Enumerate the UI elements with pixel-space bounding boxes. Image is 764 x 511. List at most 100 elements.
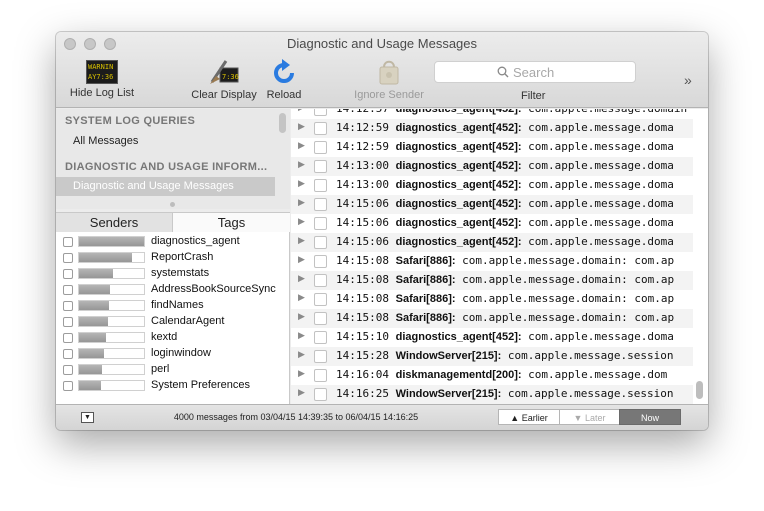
sender-checkbox[interactable] (63, 269, 73, 279)
row-checkbox[interactable] (314, 179, 327, 192)
sender-row[interactable]: loginwindow (56, 346, 289, 362)
sender-row[interactable]: perl (56, 362, 289, 378)
log-time: 14:16:25 (336, 387, 389, 400)
sender-row[interactable]: diagnostics_agent (56, 234, 289, 250)
log-scrollbar[interactable] (696, 381, 703, 399)
log-row[interactable]: ▶ 14:15:08 Safari[886]: com.apple.message… (291, 309, 693, 328)
ignore-sender-button[interactable]: Ignore Sender (346, 58, 432, 101)
row-checkbox[interactable] (314, 109, 327, 116)
earlier-button[interactable]: ▲ Earlier (498, 409, 560, 425)
sender-count-bar (78, 316, 145, 327)
row-checkbox[interactable] (314, 350, 327, 363)
sender-row[interactable]: CalendarAgent (56, 314, 289, 330)
row-checkbox[interactable] (314, 217, 327, 230)
sender-checkbox[interactable] (63, 285, 73, 295)
disclosure-triangle-icon[interactable]: ▶ (298, 349, 305, 360)
log-time: 14:15:06 (336, 216, 389, 229)
disclosure-triangle-icon[interactable]: ▶ (298, 387, 305, 398)
disclosure-triangle-icon[interactable]: ▶ (298, 292, 305, 303)
log-row[interactable]: ▶ 14:15:06 diagnostics_agent[452]: com.ap… (291, 233, 693, 252)
sender-checkbox[interactable] (63, 381, 73, 391)
log-row[interactable]: ▶ 14:15:06 diagnostics_agent[452]: com.ap… (291, 195, 693, 214)
later-button[interactable]: ▼ Later (559, 409, 620, 425)
disclosure-triangle-icon[interactable]: ▶ (298, 330, 305, 341)
row-checkbox[interactable] (314, 198, 327, 211)
sender-checkbox[interactable] (63, 349, 73, 359)
toolbar-overflow-icon[interactable]: » (684, 72, 692, 88)
sender-checkbox[interactable] (63, 301, 73, 311)
disclosure-triangle-icon[interactable]: ▶ (298, 273, 305, 284)
disclosure-triangle-icon[interactable]: ▶ (298, 178, 305, 189)
log-sender: WindowServer[215]: (395, 350, 502, 362)
log-row[interactable]: ▶ 14:12:59 diagnostics_agent[452]: com.ap… (291, 138, 693, 157)
sender-row[interactable]: kextd (56, 330, 289, 346)
tab-tags[interactable]: Tags (173, 213, 290, 232)
row-checkbox[interactable] (314, 331, 327, 344)
sender-count-bar (78, 284, 145, 295)
sidebar-item-all-messages[interactable]: All Messages (73, 135, 138, 147)
clear-display-button[interactable]: 7:36 Clear Display (186, 58, 262, 101)
log-row[interactable]: ▶ 14:12:57 diagnostics_agent[452]: com.ap… (291, 109, 693, 119)
disclosure-triangle-icon[interactable]: ▶ (298, 368, 305, 379)
row-checkbox[interactable] (314, 255, 327, 268)
log-row[interactable]: ▶ 14:15:06 diagnostics_agent[452]: com.ap… (291, 214, 693, 233)
log-row[interactable]: ▶ 14:15:08 Safari[886]: com.apple.message… (291, 252, 693, 271)
sender-row[interactable]: systemstats (56, 266, 289, 282)
log-sender: Safari[886]: (395, 274, 456, 286)
hide-log-list-button[interactable]: WARNIN AY7:36 Hide Log List (66, 58, 138, 99)
row-checkbox[interactable] (314, 274, 327, 287)
row-checkbox[interactable] (314, 122, 327, 135)
disclosure-triangle-icon[interactable]: ▶ (298, 197, 305, 208)
row-checkbox[interactable] (314, 312, 327, 325)
search-input[interactable] (513, 64, 629, 80)
log-row[interactable]: ▶ 14:15:08 Safari[886]: com.apple.message… (291, 290, 693, 309)
disclosure-triangle-icon[interactable]: ▶ (298, 159, 305, 170)
row-checkbox[interactable] (314, 141, 327, 154)
search-field[interactable] (434, 61, 636, 83)
row-checkbox[interactable] (314, 369, 327, 382)
sender-row[interactable]: System Preferences (56, 378, 289, 394)
disclosure-triangle-icon[interactable]: ▶ (298, 216, 305, 227)
split-handle[interactable] (170, 202, 175, 207)
disclosure-triangle-icon[interactable]: ▶ (298, 121, 305, 132)
log-row[interactable]: ▶ 14:13:00 diagnostics_agent[452]: com.ap… (291, 176, 693, 195)
disclosure-triangle-icon[interactable]: ▶ (298, 109, 305, 113)
log-sender: diagnostics_agent[452]: (395, 217, 522, 229)
log-sender: diagnostics_agent[452]: (395, 179, 522, 191)
log-row[interactable]: ▶ 14:16:25 WindowServer[215]: com.apple.m… (291, 385, 693, 404)
sidebar-item-diagnostic-usage-messages[interactable]: Diagnostic and Usage Messages (56, 177, 275, 196)
sender-tag-tabs: Senders Tags (56, 212, 290, 232)
tab-senders[interactable]: Senders (56, 213, 173, 232)
disclosure-triangle-icon[interactable]: ▶ (298, 254, 305, 265)
log-row[interactable]: ▶ 14:15:28 WindowServer[215]: com.apple.m… (291, 347, 693, 366)
disclosure-triangle-icon[interactable]: ▶ (298, 311, 305, 322)
log-message: com.apple.message.session (507, 387, 674, 400)
reload-button[interactable]: Reload (264, 58, 304, 101)
log-time: 14:15:08 (336, 292, 389, 305)
sender-count-bar (78, 364, 145, 375)
now-button[interactable]: Now (619, 409, 681, 425)
disclosure-triangle-icon[interactable]: ▶ (298, 235, 305, 246)
log-message: com.apple.message.doma (528, 216, 674, 229)
log-row[interactable]: ▶ 14:15:10 diagnostics_agent[452]: com.ap… (291, 328, 693, 347)
sender-row[interactable]: AddressBookSourceSync (56, 282, 289, 298)
sender-row[interactable]: findNames (56, 298, 289, 314)
sender-checkbox[interactable] (63, 365, 73, 375)
sender-row[interactable]: ReportCrash (56, 250, 289, 266)
log-row[interactable]: ▶ 14:15:08 Safari[886]: com.apple.message… (291, 271, 693, 290)
sender-checkbox[interactable] (63, 333, 73, 343)
sender-checkbox[interactable] (63, 317, 73, 327)
row-checkbox[interactable] (314, 160, 327, 173)
reload-icon (274, 59, 294, 83)
row-checkbox[interactable] (314, 236, 327, 249)
sidebar-scrollbar[interactable] (279, 113, 286, 133)
disclosure-triangle-icon[interactable]: ▶ (298, 140, 305, 151)
log-sender: Safari[886]: (395, 255, 456, 267)
log-row[interactable]: ▶ 14:12:59 diagnostics_agent[452]: com.ap… (291, 119, 693, 138)
row-checkbox[interactable] (314, 293, 327, 306)
row-checkbox[interactable] (314, 388, 327, 401)
sender-checkbox[interactable] (63, 253, 73, 263)
sender-checkbox[interactable] (63, 237, 73, 247)
log-row[interactable]: ▶ 14:16:04 diskmanagementd[200]: com.appl… (291, 366, 693, 385)
log-row[interactable]: ▶ 14:13:00 diagnostics_agent[452]: com.ap… (291, 157, 693, 176)
